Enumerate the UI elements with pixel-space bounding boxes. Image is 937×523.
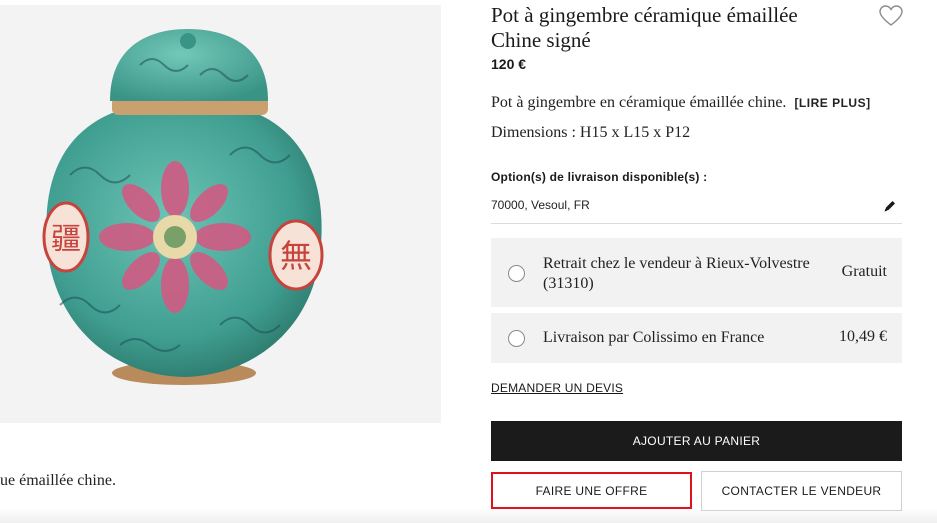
radio-colissimo[interactable] [508, 330, 525, 347]
delivery-options-label: Option(s) de livraison disponible(s) : [491, 170, 708, 184]
bottom-fade [0, 508, 937, 523]
request-quote-link[interactable]: DEMANDER UN DEVIS [491, 381, 623, 395]
delivery-option-price: Gratuit [841, 263, 887, 280]
product-image[interactable]: 疆 無 [0, 5, 441, 423]
product-title: Pot à gingembre céramique émaillée Chine… [491, 3, 798, 52]
contact-seller-button[interactable]: CONTACTER LE VENDEUR [701, 471, 902, 511]
delivery-option-label: Livraison par Colissimo en France [543, 329, 765, 346]
read-more-link[interactable]: [LIRE PLUS] [794, 96, 870, 110]
add-to-cart-button[interactable]: AJOUTER AU PANIER [491, 421, 902, 461]
pencil-edit-icon[interactable] [883, 199, 897, 213]
product-price: 120 € [491, 56, 527, 72]
radio-pickup[interactable] [508, 265, 525, 282]
delivery-option-pickup[interactable]: Retrait chez le vendeur à Rieux-Volvestr… [491, 238, 902, 307]
favorite-heart-icon[interactable] [879, 5, 903, 27]
medallion-left-character: 疆 [51, 222, 81, 257]
delivery-location-row: 70000, Vesoul, FR [491, 196, 902, 224]
delivery-option-price: 10,49 € [839, 328, 887, 345]
medallion-right-character: 無 [280, 237, 312, 275]
product-dimensions: Dimensions : H15 x L15 x P12 [491, 124, 691, 141]
description-snippet: ue émaillée chine. [0, 472, 116, 489]
delivery-location: 70000, Vesoul, FR [491, 198, 590, 212]
delivery-option-colissimo[interactable]: Livraison par Colissimo en France 10,49 … [491, 313, 902, 363]
product-description: Pot à gingembre en céramique émaillée ch… [491, 94, 871, 112]
delivery-option-label: Retrait chez le vendeur à Rieux-Volvestr… [543, 255, 810, 292]
make-offer-button[interactable]: FAIRE UNE OFFRE [491, 472, 692, 509]
description-text: Pot à gingembre en céramique émaillée ch… [491, 94, 787, 111]
